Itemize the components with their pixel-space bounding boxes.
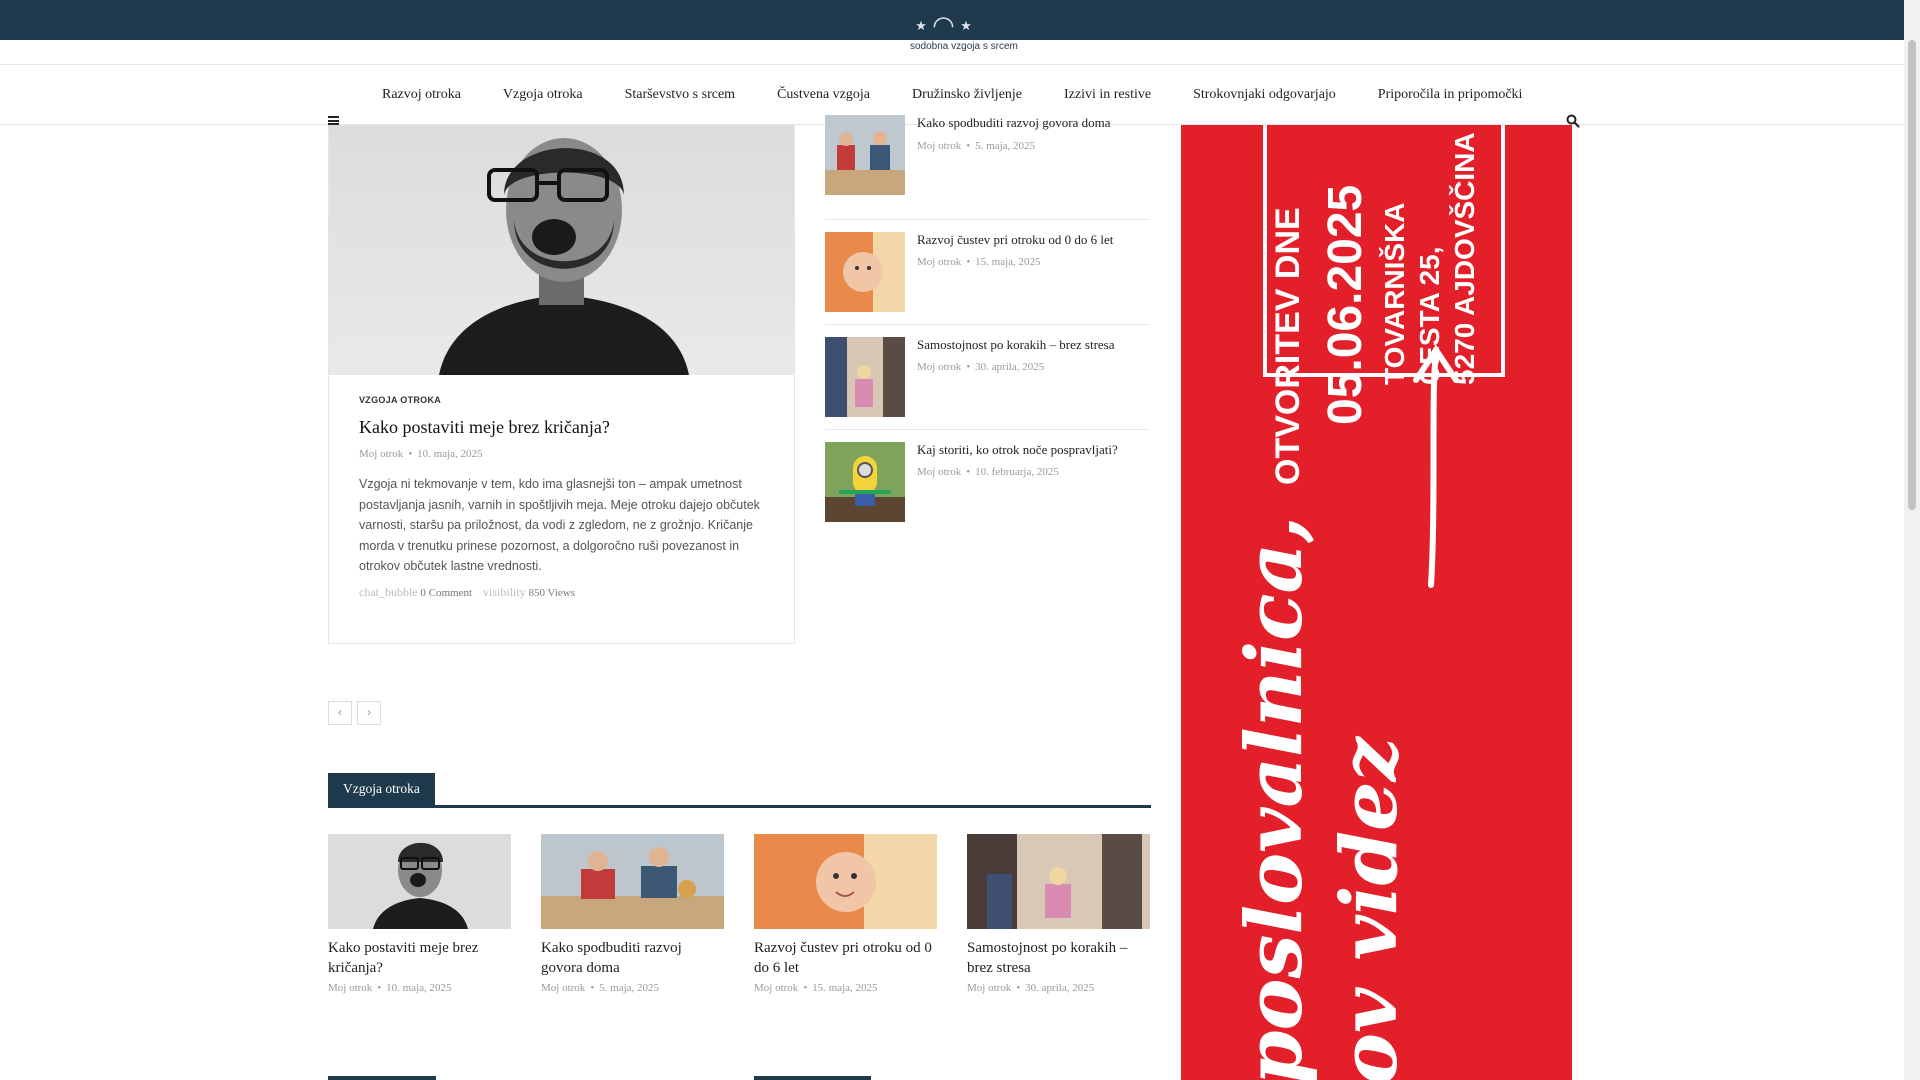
post-author[interactable]: Moj otrok	[359, 448, 403, 460]
page-scrollbar[interactable]	[1904, 0, 1920, 1080]
nav-item-druzinsko-zivljenje[interactable]: Družinsko življenje	[912, 87, 1022, 103]
post-author[interactable]: Moj otrok	[754, 982, 798, 994]
featured-post-excerpt: Vzgoja ni tekmovanje v tem, kdo ima glas…	[359, 477, 760, 573]
post-meta: Moj otrok • 15. maja, 2025	[754, 982, 878, 994]
post-author[interactable]: Moj otrok	[967, 982, 1011, 994]
ad-line-3: TOVARNIŠKA	[1378, 202, 1410, 385]
nav-item-starsevstvo[interactable]: Starševstvo s srcem	[625, 87, 735, 103]
post-thumbnail[interactable]	[754, 834, 937, 929]
post-date: 5. maja, 2025	[599, 982, 660, 994]
ad-banner[interactable]: OTVORITEV DNE 05.06.2025 TOVARNIŠKA CEST…	[1181, 125, 1572, 1080]
post-category[interactable]: VZGOJA OTROKA	[359, 395, 764, 405]
featured-post-meta: Moj otrok • 10. maja, 2025	[359, 448, 483, 460]
list-item[interactable]: Kaj storiti, ko otrok noče pospravljati?…	[825, 430, 1150, 535]
next-button[interactable]: ›	[357, 701, 381, 725]
logo-tagline: sodobna vzgoja s srcem	[910, 41, 1018, 52]
post-thumbnail[interactable]	[967, 834, 1150, 929]
post-author[interactable]: Moj otrok	[917, 466, 961, 478]
post-thumbnail[interactable]	[825, 232, 905, 312]
list-item[interactable]: Razvoj čustev pri otroku od 0 do 6 let M…	[825, 220, 1150, 325]
list-item[interactable]: Kako spodbuditi razvoj govora doma Moj o…	[825, 115, 1150, 220]
post-date: 10. maja, 2025	[386, 982, 452, 994]
post-date: 15. maja, 2025	[975, 256, 1041, 268]
post-date: 30. aprila, 2025	[975, 361, 1045, 373]
side-post-list: Kako spodbuditi razvoj govora doma Moj o…	[825, 115, 1150, 535]
post-thumbnail[interactable]	[541, 834, 724, 929]
nav-item-strokovnjaki[interactable]: Strokovnjaki odgovarjajo	[1193, 87, 1336, 103]
ad-line-5: 5270 AJDOVŠČINA	[1448, 132, 1480, 385]
grid-post[interactable]: Kako postaviti meje brez kričanja? Moj o…	[328, 834, 511, 994]
post-title[interactable]: Razvoj čustev pri otroku od 0 do 6 let	[917, 232, 1150, 248]
post-thumbnail[interactable]	[825, 337, 905, 417]
featured-post-image[interactable]	[329, 125, 794, 375]
ad-script-2: ov videz	[1324, 735, 1415, 1080]
post-meta: Moj otrok • 10. februarja, 2025	[917, 466, 1059, 478]
post-date: 10. maja, 2025	[417, 448, 483, 460]
views-icon: visibility	[483, 584, 526, 599]
grid-post[interactable]: Razvoj čustev pri otroku od 0 do 6 let M…	[754, 834, 937, 994]
list-item[interactable]: Samostojnost po korakih – brez stresa Mo…	[825, 325, 1150, 430]
ad-line-2: 05.06.2025	[1319, 185, 1372, 425]
post-date: 30. aprila, 2025	[1025, 982, 1095, 994]
section-header: Vzgoja otroka	[328, 773, 1151, 808]
post-title[interactable]: Samostojnost po korakih – brez stresa	[917, 337, 1150, 353]
nav-item-priporocila[interactable]: Priporočila in pripomočki	[1378, 87, 1523, 103]
logo-mark: ⋆◠⋆	[912, 11, 978, 40]
post-date: 10. februarja, 2025	[975, 466, 1059, 478]
nav-item-razvoj-otroka[interactable]: Razvoj otroka	[382, 87, 461, 103]
ad-script-1: poslovalnica,	[1229, 516, 1320, 1080]
post-meta: Moj otrok • 30. aprila, 2025	[967, 982, 1095, 994]
featured-post-card[interactable]: VZGOJA OTROKA Kako postaviti meje brez k…	[328, 125, 795, 644]
slider-pager: ‹ ›	[328, 701, 386, 725]
scrollbar-thumb[interactable]	[1908, 40, 1916, 510]
post-date: 15. maja, 2025	[812, 982, 878, 994]
post-meta: Moj otrok • 30. aprila, 2025	[917, 361, 1045, 373]
prev-button[interactable]: ‹	[328, 701, 352, 725]
post-title[interactable]: Kako spodbuditi razvoj govora doma	[917, 115, 1150, 131]
post-title[interactable]: Kaj storiti, ko otrok noče pospravljati?	[917, 442, 1150, 458]
ad-line-1: OTVORITEV DNE	[1269, 207, 1307, 485]
post-title[interactable]: Kako spodbuditi razvoj govora doma	[541, 939, 724, 978]
view-count: 850 Views	[528, 586, 575, 599]
post-meta: Moj otrok • 5. maja, 2025	[541, 982, 660, 994]
post-author[interactable]: Moj otrok	[917, 256, 961, 268]
nav-item-vzgoja-otroka[interactable]: Vzgoja otroka	[503, 87, 583, 103]
next-section-tab	[754, 1076, 871, 1080]
section-title[interactable]: Vzgoja otroka	[328, 773, 435, 805]
post-meta: Moj otrok • 5. maja, 2025	[917, 140, 1036, 152]
post-title[interactable]: Samostojnost po korakih – brez stresa	[967, 939, 1150, 978]
comment-count[interactable]: 0 Comment	[420, 587, 472, 599]
post-author[interactable]: Moj otrok	[917, 361, 961, 373]
post-title[interactable]: Razvoj čustev pri otroku od 0 do 6 let	[754, 939, 937, 978]
comment-icon: chat_bubble	[359, 584, 418, 599]
post-meta: Moj otrok • 15. maja, 2025	[917, 256, 1041, 268]
post-thumbnail[interactable]	[328, 834, 511, 929]
post-author[interactable]: Moj otrok	[328, 982, 372, 994]
featured-post-title[interactable]: Kako postaviti meje brez kričanja?	[359, 417, 764, 438]
post-date: 5. maja, 2025	[975, 140, 1036, 152]
menu-icon[interactable]	[328, 116, 339, 125]
post-title[interactable]: Kako postaviti meje brez kričanja?	[328, 939, 511, 978]
post-thumbnail[interactable]	[825, 442, 905, 522]
grid-post[interactable]: Samostojnost po korakih – brez stresa Mo…	[967, 834, 1150, 994]
site-logo[interactable]: ⋆◠⋆ sodobna vzgoja s srcem	[860, 11, 1030, 56]
nav-item-custvena-vzgoja[interactable]: Čustvena vzgoja	[777, 87, 870, 103]
nav-item-izzivi[interactable]: Izzivi in restive	[1064, 87, 1151, 103]
post-author[interactable]: Moj otrok	[917, 140, 961, 152]
post-thumbnail[interactable]	[825, 115, 905, 195]
featured-post-stats: chat_bubble 0 Comment visibility 850 Vie…	[359, 585, 764, 600]
post-meta: Moj otrok • 10. maja, 2025	[328, 982, 452, 994]
grid-post[interactable]: Kako spodbuditi razvoj govora doma Moj o…	[541, 834, 724, 994]
next-section-tab	[328, 1076, 436, 1080]
post-author[interactable]: Moj otrok	[541, 982, 585, 994]
